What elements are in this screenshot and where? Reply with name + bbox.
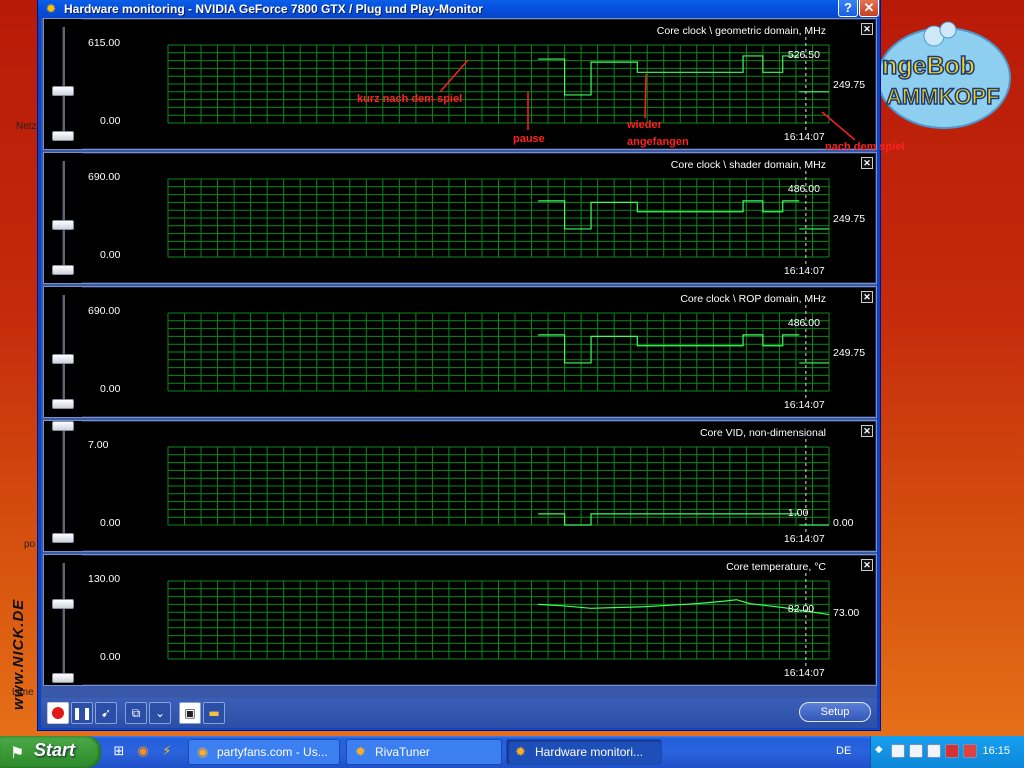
- time-label: 16:14:07: [783, 265, 825, 277]
- task-label: Hardware monitori...: [535, 745, 644, 759]
- record-button[interactable]: [47, 702, 69, 724]
- taskbar: ⚑ Start ⊞ ◉ ⚡ ◉ partyfans.com - Us... ✹ Ri…: [0, 736, 1024, 768]
- series-line: [538, 334, 800, 364]
- y-min-label: 0.00: [100, 517, 121, 529]
- quicklaunch-firefox-icon[interactable]: ◉: [134, 743, 152, 761]
- graph-title: Core clock \ ROP domain, MHz: [680, 293, 826, 305]
- task-label: RivaTuner: [375, 745, 430, 759]
- series-line: [538, 200, 800, 230]
- graph-canvas: [167, 439, 830, 533]
- graph-canvas: [167, 305, 830, 399]
- annotation-stroke-nach: [821, 111, 856, 141]
- series-line: [538, 513, 800, 526]
- tray-monitor-icon[interactable]: [927, 744, 941, 758]
- last-value-label: 249.75: [833, 347, 866, 359]
- task-label: partyfans.com - Us...: [217, 745, 328, 759]
- quicklaunch-winamp-icon[interactable]: ⚡: [158, 743, 176, 761]
- current-value-label: 486.00: [787, 317, 820, 329]
- graph-panel-3: Core VID, non-dimensional 7.00 0.00 1.00 0.0…: [43, 420, 877, 552]
- y-min-label: 0.00: [100, 651, 121, 663]
- firefox-icon: ◉: [197, 744, 209, 759]
- graph-title: Core temperature, °C: [726, 561, 826, 573]
- graph-grid: [167, 312, 830, 392]
- current-value-label: 1.00: [787, 507, 809, 519]
- nick-watermark: www.NICK.DE: [10, 598, 27, 710]
- annotation-stroke-kurz: [439, 59, 469, 93]
- last-value-label: 0.00: [833, 517, 854, 529]
- folder-icon: ▬: [208, 706, 220, 720]
- annotation-stroke-wieder: [644, 73, 647, 119]
- current-value-label: 82.00: [787, 603, 815, 615]
- bottom-toolbar: ❚❚ ➹ ⧉ ⌄ ▣ ▬ Setup: [41, 698, 877, 728]
- tray-nvidia-icon[interactable]: [891, 744, 905, 758]
- copy-button[interactable]: ⧉: [125, 702, 147, 724]
- pause-button[interactable]: ❚❚: [71, 702, 93, 724]
- last-value-label: 249.75: [833, 213, 866, 225]
- quicklaunch-desktop-icon[interactable]: ⊞: [110, 743, 128, 761]
- collapse-button[interactable]: ⌄: [149, 702, 171, 724]
- copy-icon: ⧉: [131, 706, 141, 720]
- pause-icon: ❚❚: [72, 706, 93, 720]
- time-label: 16:14:07: [783, 667, 825, 679]
- record-icon: [52, 707, 64, 719]
- graph-panel-2: Core clock \ ROP domain, MHz 690.00 0.00 48…: [43, 286, 877, 418]
- graph-grid: [167, 580, 830, 660]
- task-partyfans[interactable]: ◉ partyfans.com - Us...: [188, 739, 340, 765]
- rivatuner-gear-icon: ✹: [515, 744, 526, 759]
- chevron-down-icon: ⌄: [154, 706, 166, 720]
- desktop-label-po: po: [24, 539, 36, 550]
- tray-arrow-icon[interactable]: ◆: [875, 744, 889, 758]
- start-label: Start: [34, 740, 76, 760]
- task-rivatuner[interactable]: ✹ RivaTuner: [346, 739, 502, 765]
- annotation-strokes: [439, 59, 856, 141]
- time-label: 16:14:07: [783, 533, 825, 545]
- time-label: 16:14:07: [783, 399, 825, 411]
- y-min-label: 0.00: [100, 249, 121, 261]
- windows-flag-icon: ⚑: [10, 743, 25, 762]
- marker-button[interactable]: ➹: [95, 702, 117, 724]
- save-button[interactable]: ▣: [179, 702, 201, 724]
- start-button[interactable]: ⚑ Start: [0, 736, 101, 768]
- save-icon: ▣: [184, 706, 196, 720]
- tray-network-icon[interactable]: [909, 744, 923, 758]
- setup-button[interactable]: Setup: [799, 702, 871, 722]
- tray-security-icon[interactable]: [945, 744, 959, 758]
- close-graph-button[interactable]: ✕: [861, 291, 873, 303]
- tray-shield-icon[interactable]: [963, 744, 977, 758]
- pointer-icon: ➹: [100, 706, 112, 720]
- system-tray: ◆ 16:15: [870, 736, 1024, 768]
- close-graph-button[interactable]: ✕: [861, 559, 873, 571]
- y-max-label: 690.00: [88, 305, 121, 317]
- task-hardware-monitoring[interactable]: ✹ Hardware monitori...: [506, 739, 662, 765]
- y-min-label: 0.00: [100, 383, 121, 395]
- open-button[interactable]: ▬: [203, 702, 225, 724]
- rivatuner-gear-icon: ✹: [355, 744, 366, 759]
- y-max-label: 7.00: [88, 439, 109, 451]
- graph-title: Core VID, non-dimensional: [699, 427, 826, 439]
- language-indicator[interactable]: DE: [836, 745, 851, 757]
- taskbar-clock: 16:15: [982, 745, 1010, 757]
- y-max-label: 130.00: [88, 573, 121, 585]
- close-graph-button[interactable]: ✕: [861, 425, 873, 437]
- last-value-label: 73.00: [833, 607, 860, 619]
- graph-canvas: [167, 573, 830, 667]
- graph-panel-4: Core temperature, °C 130.00 0.00 82.00 73.00…: [43, 554, 877, 686]
